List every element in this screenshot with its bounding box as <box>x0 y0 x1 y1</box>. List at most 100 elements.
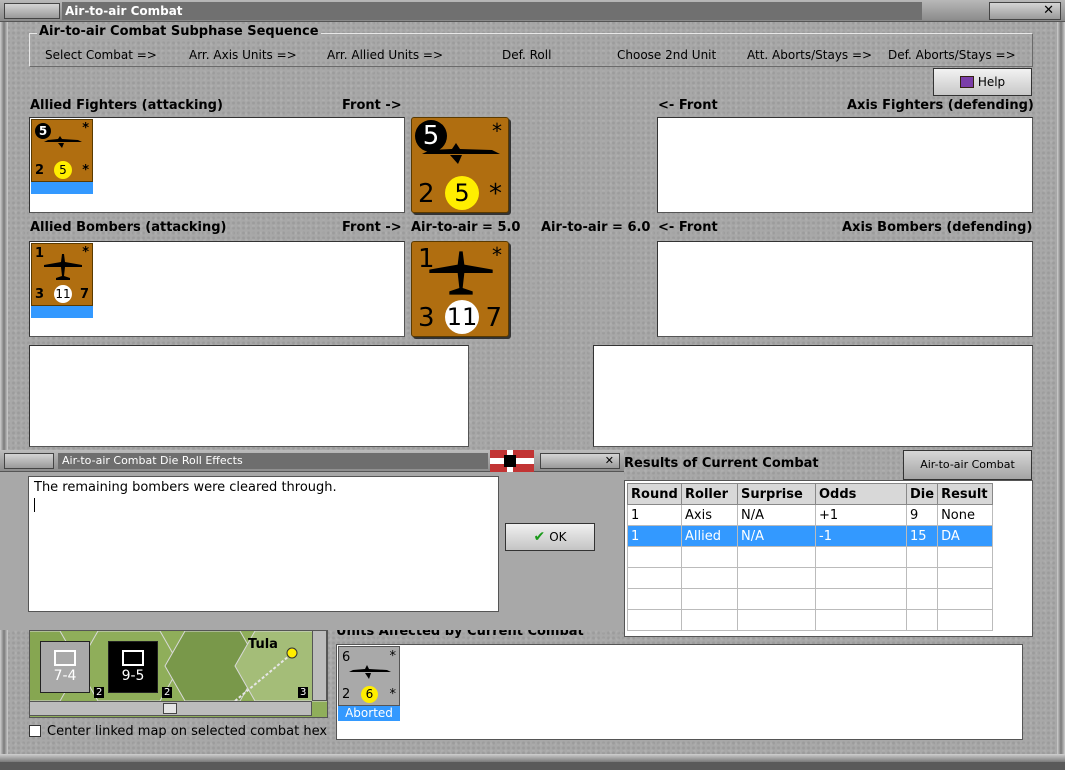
table-cell: Allied <box>681 525 738 547</box>
close-button[interactable]: ✕ <box>989 2 1061 20</box>
allied-fighters-label: Allied Fighters (attacking) <box>30 98 223 113</box>
col-surprise[interactable]: Surprise <box>737 483 816 505</box>
table-row-selected[interactable]: 1 Allied N/A -1 15 DA <box>627 525 994 547</box>
axis-bombers-front: <- Front <box>658 220 718 235</box>
map-horizontal-scrollbar[interactable] <box>29 701 312 716</box>
large-counter-center: 11 <box>445 300 479 334</box>
help-button[interactable]: Help <box>933 68 1032 96</box>
map-unit-strength: 9-5 <box>121 668 145 684</box>
subphase-sequence-title: Air-to-air Combat Subphase Sequence <box>37 24 321 39</box>
infantry-icon <box>122 650 144 666</box>
large-counter-bottom-right: * <box>489 179 502 209</box>
center-map-label: Center linked map on selected combat hex <box>47 724 328 739</box>
axis-fighters-label: Axis Fighters (defending) <box>847 98 1034 113</box>
seq-step-def-roll: Def. Roll <box>502 48 552 62</box>
aborted-unit-counter[interactable]: 6 * 2 6 * <box>338 646 400 706</box>
window-titlebar[interactable]: Air-to-air Combat ✕ <box>0 0 1065 22</box>
counter-center: 11 <box>54 285 72 303</box>
seq-step-arr-allied: Arr. Allied Units => <box>327 48 444 62</box>
map-unit-strength: 7-4 <box>53 668 77 684</box>
window-menu-button[interactable] <box>4 3 60 19</box>
counter-center: 6 <box>361 686 378 703</box>
die-roll-title: Air-to-air Combat Die Roll Effects <box>58 453 488 469</box>
table-cell: 1 <box>627 525 682 547</box>
plane-icon <box>349 665 391 679</box>
allied-fighter-large-counter[interactable]: 5 * 2 5 * <box>411 117 509 213</box>
center-map-checkbox[interactable]: Center linked map on selected combat hex <box>29 724 327 739</box>
table-row-empty <box>627 588 994 610</box>
map-unit-dark[interactable]: 9-5 <box>108 641 158 693</box>
counter-bottom-left: 2 <box>342 687 351 702</box>
table-cell: +1 <box>815 504 907 526</box>
axis-fighters-panel[interactable] <box>657 117 1033 213</box>
counter-top-right: * <box>389 649 397 664</box>
german-flag-icon <box>490 450 534 472</box>
allied-bomber-counter[interactable]: 1 * 3 11 7 <box>31 243 93 306</box>
counter-bottom-right: 7 <box>79 287 89 302</box>
text-caret <box>34 498 35 512</box>
axis-bombers-panel[interactable] <box>657 241 1033 337</box>
table-row-empty <box>627 609 994 631</box>
axis-info-panel <box>593 345 1033 447</box>
fighter-plane-large-icon <box>422 143 500 164</box>
ok-label: OK <box>549 530 567 544</box>
allied-bomber-large-counter[interactable]: 1 * 3 11 7 <box>411 241 509 337</box>
results-table: Round Roller Surprise Odds Die Result 1 … <box>627 483 994 631</box>
table-cell: -1 <box>815 525 907 547</box>
results-panel: Round Roller Surprise Odds Die Result 1 … <box>624 480 1033 637</box>
seq-step-att-aborts: Att. Aborts/Stays => <box>747 48 873 62</box>
checkbox-box[interactable] <box>29 725 41 737</box>
large-counter-center: 5 <box>445 176 479 210</box>
window-title: Air-to-air Combat <box>62 2 922 20</box>
allied-info-panel <box>29 345 469 447</box>
large-counter-bottom-right: 7 <box>485 303 502 333</box>
col-result[interactable]: Result <box>937 483 994 505</box>
table-row-empty <box>627 546 994 568</box>
table-cell: DA <box>937 525 994 547</box>
counter-bottom-right: * <box>389 687 397 702</box>
seq-step-select-combat: Select Combat => <box>45 48 157 62</box>
col-round[interactable]: Round <box>627 483 682 505</box>
allied-bombers-front: Front -> <box>342 220 402 235</box>
hex-number: 3 <box>298 687 309 698</box>
allied-fighter-selection <box>31 182 93 194</box>
counter-center: 5 <box>54 161 72 179</box>
table-row-empty <box>627 567 994 589</box>
axis-bombers-label: Axis Bombers (defending) <box>842 220 1033 235</box>
fighter-plane-icon <box>44 136 82 148</box>
bomber-plane-icon <box>44 254 82 280</box>
seq-step-arr-axis: Arr. Axis Units => <box>189 48 297 62</box>
seq-step-choose-2nd: Choose 2nd Unit <box>617 48 717 62</box>
col-odds[interactable]: Odds <box>815 483 907 505</box>
air-to-air-chart-button[interactable]: Air-to-air Combat Chart <box>903 450 1032 499</box>
col-roller[interactable]: Roller <box>681 483 738 505</box>
table-cell: 9 <box>905 504 939 526</box>
map-scroll-thumb[interactable] <box>163 703 177 714</box>
close-icon: ✕ <box>604 454 614 467</box>
map-vertical-scrollbar[interactable] <box>312 630 327 701</box>
help-book-icon <box>959 76 974 88</box>
taskbar-strip <box>0 762 1065 770</box>
checkmark-icon: ✔ <box>533 529 546 545</box>
counter-bottom-left: 2 <box>35 163 45 178</box>
ok-button[interactable]: ✔ OK <box>505 523 595 551</box>
map-unit-light[interactable]: 7-4 <box>40 641 90 693</box>
allied-fighter-counter[interactable]: 5 * 2 5 * <box>31 119 93 182</box>
die-roll-menu-button[interactable] <box>4 453 54 469</box>
allied-air-to-air-value: Air-to-air = 5.0 <box>411 220 521 235</box>
table-row[interactable]: 1 Axis N/A +1 9 None <box>627 504 994 526</box>
map-city-label: Tula <box>248 637 278 652</box>
die-roll-close-button[interactable]: ✕ <box>540 453 620 469</box>
hex-number: 2 <box>94 687 105 698</box>
results-title: Results of Current Combat <box>624 456 819 471</box>
large-counter-bottom-left: 3 <box>418 303 435 333</box>
help-button-label: Help <box>977 75 1006 89</box>
allied-bomber-selection <box>31 306 93 318</box>
infantry-icon <box>54 650 76 666</box>
window-frame-left <box>0 22 8 762</box>
table-cell: Axis <box>681 504 738 526</box>
col-die[interactable]: Die <box>905 483 939 505</box>
die-roll-message-box[interactable]: The remaining bombers were cleared throu… <box>28 476 499 612</box>
counter-bottom-left: 3 <box>35 287 45 302</box>
allied-bombers-label: Allied Bombers (attacking) <box>30 220 227 235</box>
